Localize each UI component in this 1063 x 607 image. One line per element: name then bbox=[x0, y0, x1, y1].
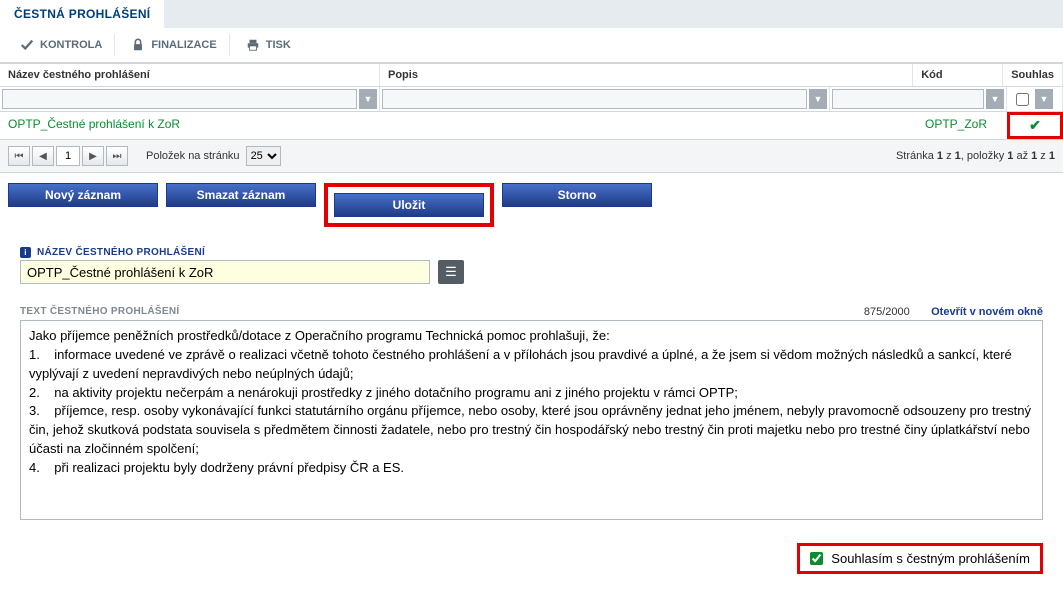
smazat-zaznam-button[interactable]: Smazat záznam bbox=[166, 183, 316, 207]
filter-code-input[interactable] bbox=[832, 89, 984, 109]
filter-code-button[interactable]: ▼ bbox=[986, 89, 1004, 109]
ulozit-button[interactable]: Uložit bbox=[334, 193, 484, 217]
row-code: OPTP_ZoR bbox=[917, 112, 1007, 139]
pager-last[interactable]: ⏭ bbox=[106, 146, 128, 166]
header-desc[interactable]: Popis bbox=[380, 64, 913, 86]
pager-size-select[interactable]: 25 bbox=[246, 146, 281, 166]
pager-size-label: Položek na stránku bbox=[146, 150, 240, 162]
consent-box[interactable]: Souhlasím s čestným prohlášením bbox=[797, 543, 1043, 574]
filter-consent-button[interactable]: ▼ bbox=[1035, 89, 1053, 109]
check-green-icon: ✔ bbox=[1029, 117, 1041, 133]
funnel-icon: ▼ bbox=[814, 94, 823, 104]
picker-button[interactable]: ☰ bbox=[438, 260, 464, 284]
pager-next[interactable]: ▶ bbox=[82, 146, 104, 166]
funnel-icon: ▼ bbox=[1040, 94, 1049, 104]
finalizace-label: FINALIZACE bbox=[151, 39, 216, 51]
filter-consent-checkbox[interactable] bbox=[1016, 93, 1029, 106]
last-icon: ⏭ bbox=[113, 151, 122, 162]
storno-button[interactable]: Storno bbox=[502, 183, 652, 207]
name-input[interactable] bbox=[20, 260, 430, 284]
pager-first[interactable]: ⏮ bbox=[8, 146, 30, 166]
pager-prev[interactable]: ◀ bbox=[32, 146, 54, 166]
ulozit-highlight: Uložit bbox=[324, 183, 494, 227]
kontrola-button[interactable]: KONTROLA bbox=[8, 34, 115, 56]
tab-bar: ČESTNÁ PROHLÁŠENÍ bbox=[0, 0, 1063, 28]
open-new-window-link[interactable]: Otevřít v novém okně bbox=[931, 306, 1043, 318]
row-desc bbox=[380, 112, 917, 139]
header-code[interactable]: Kód bbox=[913, 64, 1003, 86]
lock-icon bbox=[131, 38, 145, 52]
funnel-icon: ▼ bbox=[364, 94, 373, 104]
header-name[interactable]: Název čestného prohlášení bbox=[0, 64, 380, 86]
declaration-textarea[interactable] bbox=[20, 320, 1043, 520]
funnel-icon: ▼ bbox=[991, 94, 1000, 104]
char-counter: 875/2000 bbox=[864, 306, 910, 318]
toolbar: KONTROLA FINALIZACE TISK bbox=[0, 28, 1063, 63]
prev-icon: ◀ bbox=[39, 151, 47, 162]
tisk-button[interactable]: TISK bbox=[234, 34, 303, 56]
pager-info: Stránka 1 z 1, položky 1 až 1 z 1 bbox=[896, 150, 1055, 162]
novy-zaznam-button[interactable]: Nový záznam bbox=[8, 183, 158, 207]
text-label: TEXT ČESTNÉHO PROHLÁŠENÍ bbox=[20, 306, 179, 317]
name-label: i NÁZEV ČESTNÉHO PROHLÁŠENÍ bbox=[20, 247, 1043, 258]
list-icon: ☰ bbox=[445, 264, 457, 280]
consent-checkbox[interactable] bbox=[810, 552, 823, 565]
print-icon bbox=[246, 38, 260, 52]
actions: Nový záznam Smazat záznam Uložit Storno bbox=[0, 173, 1063, 241]
tisk-label: TISK bbox=[266, 39, 291, 51]
header-consent[interactable]: Souhlas bbox=[1003, 64, 1063, 86]
finalizace-button[interactable]: FINALIZACE bbox=[119, 34, 229, 56]
pager-page-input[interactable] bbox=[56, 146, 80, 166]
next-icon: ▶ bbox=[89, 151, 97, 162]
consent-row: Souhlasím s čestným prohlášením bbox=[0, 535, 1063, 582]
first-icon: ⏮ bbox=[15, 151, 24, 162]
grid: Název čestného prohlášení Popis Kód Souh… bbox=[0, 63, 1063, 140]
form: i NÁZEV ČESTNÉHO PROHLÁŠENÍ ☰ TEXT ČESTN… bbox=[0, 241, 1063, 535]
table-row[interactable]: OPTP_Čestné prohlášení k ZoR OPTP_ZoR ✔ bbox=[0, 112, 1063, 139]
grid-header: Název čestného prohlášení Popis Kód Souh… bbox=[0, 64, 1063, 87]
consent-label: Souhlasím s čestným prohlášením bbox=[831, 551, 1030, 566]
tab-active[interactable]: ČESTNÁ PROHLÁŠENÍ bbox=[0, 0, 164, 28]
filter-name-button[interactable]: ▼ bbox=[359, 89, 377, 109]
filter-name-input[interactable] bbox=[2, 89, 357, 109]
row-consent: ✔ bbox=[1007, 112, 1063, 139]
filter-desc-input[interactable] bbox=[382, 89, 807, 109]
filter-row: ▼ ▼ ▼ ▼ bbox=[0, 87, 1063, 112]
row-name: OPTP_Čestné prohlášení k ZoR bbox=[0, 112, 380, 139]
kontrola-label: KONTROLA bbox=[40, 39, 102, 51]
info-icon: i bbox=[20, 247, 31, 258]
filter-desc-button[interactable]: ▼ bbox=[809, 89, 827, 109]
pager: ⏮ ◀ ▶ ⏭ Položek na stránku 25 Stránka 1 … bbox=[0, 140, 1063, 173]
check-icon bbox=[20, 38, 34, 52]
